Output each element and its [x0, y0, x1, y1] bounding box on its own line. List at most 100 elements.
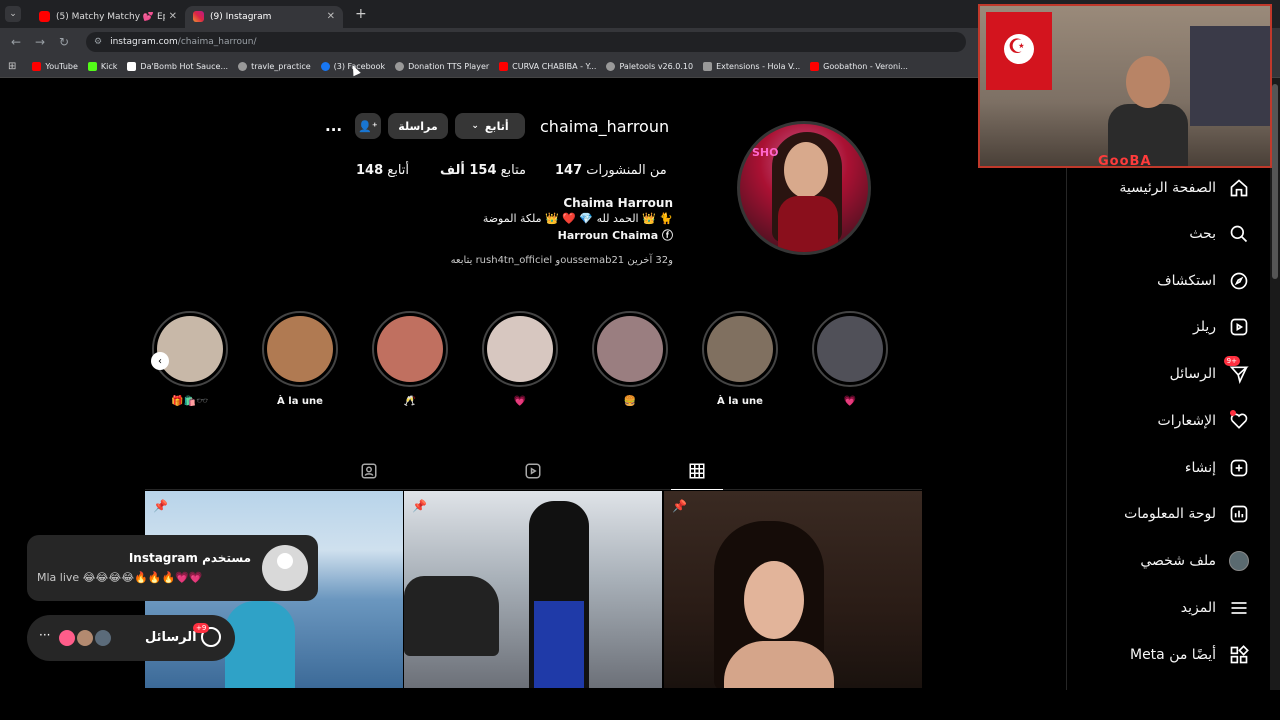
followed-by[interactable]: يتابعه rush4tn_officiel وoussemab21 و32 …: [451, 255, 673, 266]
sidebar-item-dashboard[interactable]: لوحة المعلومات: [1124, 503, 1250, 525]
new-tab-icon[interactable]: +: [355, 6, 367, 22]
story-ring: [592, 311, 668, 387]
posts-count: 147: [555, 163, 583, 178]
story-label: 💗: [513, 396, 527, 407]
tab-matchy[interactable]: (5) Matchy Matchy 💕 Ep 62: C ✕: [31, 6, 185, 28]
suggest-user-icon[interactable]: 👤⁺: [355, 113, 381, 139]
sidebar-item-search[interactable]: بحث: [1189, 223, 1250, 245]
gooba-logo: GooBA: [1098, 154, 1152, 168]
avatar: [93, 628, 113, 648]
post-thumbnail[interactable]: 📌: [664, 491, 922, 688]
story-highlight[interactable]: À la une: [262, 311, 338, 407]
story-highlight[interactable]: 🥂: [372, 311, 448, 407]
bookmark-icon: [127, 62, 137, 71]
facebook-icon: ⓕ: [662, 229, 673, 242]
tab-search-button[interactable]: ⌄: [5, 6, 21, 22]
sidebar-item-profile[interactable]: ملف شخصي: [1140, 550, 1250, 572]
scrollbar-thumb[interactable]: [1272, 84, 1278, 279]
tunisia-flag: [986, 12, 1052, 90]
tab-reels[interactable]: [521, 460, 545, 482]
tab-tagged[interactable]: [357, 460, 381, 482]
messages-pill[interactable]: ··· الرسائل +9: [27, 615, 235, 661]
post-car: [404, 576, 499, 656]
profile-username: chaima_harroun: [540, 117, 670, 136]
avatar: [262, 545, 308, 591]
sidebar-item-messages[interactable]: +9 الرسائل: [1170, 356, 1250, 385]
story-thumbnail: [377, 316, 443, 382]
sidebar-item-explore[interactable]: استكشاف: [1157, 270, 1250, 292]
follow-label: أتابع: [484, 119, 509, 133]
more-options-icon[interactable]: ...: [325, 117, 342, 135]
bookmark-label: Extensions - Hola V...: [716, 62, 801, 71]
message-notification[interactable]: مستخدم Instagram Mla live 😂😂😂😂🔥🔥🔥💗💗: [27, 535, 318, 601]
back-icon[interactable]: ←: [4, 35, 28, 49]
apps-icon[interactable]: ⊞: [8, 61, 16, 72]
message-button[interactable]: مراسلة: [388, 113, 448, 139]
sidebar-item-notifications[interactable]: الإشعارات: [1158, 410, 1250, 432]
sidebar-item-more[interactable]: المزيد: [1181, 597, 1250, 619]
bookmark-item[interactable]: travle_practice: [238, 62, 311, 71]
tab-posts[interactable]: [685, 460, 709, 482]
story-thumbnail: [817, 316, 883, 382]
followers-stat[interactable]: متابع 154 ألف: [440, 163, 526, 178]
bookmark-item[interactable]: Donation TTS Player: [395, 62, 489, 71]
notification-dot: [1230, 410, 1236, 416]
avatar-dress: [778, 196, 838, 252]
bookmark-item[interactable]: Kick: [87, 62, 117, 71]
story-label: 🥂: [403, 396, 417, 407]
close-icon[interactable]: ✕: [169, 11, 177, 22]
bottom-bar: [0, 690, 1280, 720]
post-thumbnail[interactable]: 📌: [404, 491, 662, 688]
sidebar-item-meta[interactable]: أيضًا من Meta: [1130, 644, 1250, 666]
bookmark-item[interactable]: Paletools v26.0.10: [606, 62, 693, 71]
page-scrollbar[interactable]: [1270, 78, 1280, 690]
address-bar[interactable]: ⚙ instagram.com/chaima_harroun/: [86, 32, 966, 52]
fb-link-label: Harroun Chaima: [557, 229, 659, 242]
heart-icon: [1228, 410, 1250, 432]
bookmark-item[interactable]: YouTube: [32, 62, 78, 71]
bookmark-item[interactable]: Da'Bomb Hot Sauce...: [127, 62, 228, 71]
sidebar-item-reels[interactable]: ريلز: [1193, 316, 1250, 338]
close-icon[interactable]: ✕: [327, 11, 335, 22]
send-icon: +9: [1223, 356, 1250, 385]
follow-button[interactable]: ⌄ أتابع: [455, 113, 525, 139]
story-ring: [812, 311, 888, 387]
pin-icon: 📌: [672, 499, 687, 513]
menu-icon: [1228, 597, 1250, 619]
sidebar-item-label: أيضًا من Meta: [1129, 647, 1216, 663]
sidebar-item-home[interactable]: الصفحة الرئيسية: [1119, 177, 1250, 199]
bookmark-icon: [395, 62, 405, 71]
posts-label: من المنشورات: [586, 163, 667, 178]
bookmark-item[interactable]: CURVA CHABIBA - Y...: [499, 62, 596, 71]
reload-icon[interactable]: ↻: [52, 35, 76, 49]
story-ring: [152, 311, 228, 387]
sidebar-item-label: استكشاف: [1157, 273, 1216, 289]
bookmark-label: Goobathon - Veroni...: [823, 62, 908, 71]
chevron-down-icon: ⌄: [471, 121, 479, 131]
profile-avatar[interactable]: SHO: [737, 121, 871, 255]
bookmark-item[interactable]: Goobathon - Veroni...: [810, 62, 908, 71]
story-highlight[interactable]: 💗: [482, 311, 558, 407]
instagram-sidebar: الصفحة الرئيسية بحث استكشاف ريلز +9 الرس…: [1066, 78, 1270, 690]
following-stat[interactable]: أتابع 148: [356, 163, 409, 178]
youtube-icon: [39, 11, 50, 22]
avatar: [57, 628, 77, 648]
story-highlight[interactable]: 🍔: [592, 311, 668, 407]
story-highlight[interactable]: À la une: [702, 311, 778, 407]
site-info-icon[interactable]: ⚙: [94, 37, 102, 47]
chevron-left-icon[interactable]: ‹: [151, 352, 169, 370]
dashboard-icon: [1228, 503, 1250, 525]
bookmark-icon: [606, 62, 616, 71]
avatar-neon-sign: SHO: [752, 146, 779, 159]
story-highlight[interactable]: 💗: [812, 311, 888, 407]
puzzle-icon: [703, 62, 713, 71]
bookmark-label: CURVA CHABIBA - Y...: [512, 62, 597, 71]
sidebar-item-create[interactable]: إنشاء: [1185, 457, 1250, 479]
forward-icon[interactable]: →: [28, 35, 52, 49]
webcam-overlay: GooBA: [978, 4, 1272, 168]
profile-bio: الحمد لله 💎 ❤️ 👑 ملكة الموضة 👑 🐈: [482, 212, 673, 225]
bookmark-item[interactable]: Extensions - Hola V...: [703, 62, 800, 71]
tab-instagram[interactable]: (9) Instagram ✕: [185, 5, 343, 28]
story-thumbnail: [267, 316, 333, 382]
profile-fb-link[interactable]: Harroun Chaima ⓕ: [558, 227, 673, 243]
